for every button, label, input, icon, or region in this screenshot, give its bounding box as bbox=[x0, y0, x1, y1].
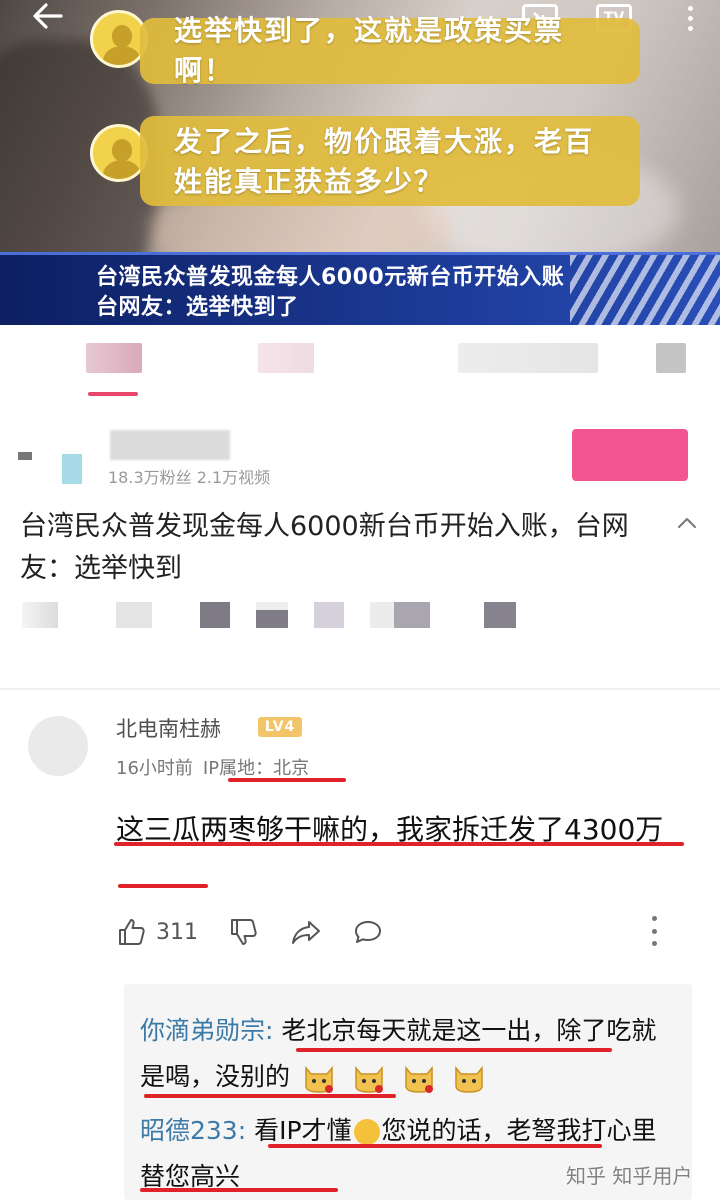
comment-text: 这三瓜两枣够干嘛的，我家拆迁发了4300万 bbox=[116, 813, 664, 846]
comment-time: 16小时前 bbox=[116, 758, 193, 779]
video-title: 台湾民众普发现金每人6000新台币开始入账，台网友：选举快到 bbox=[20, 511, 629, 584]
annotation-underline bbox=[114, 842, 684, 846]
cat-emoji-icon bbox=[305, 1065, 333, 1093]
news-subheadline: 台网友：选举快到了 bbox=[96, 295, 299, 320]
news-headline: 台湾民众普发现金每人6000元新台币开始入账 bbox=[96, 265, 565, 290]
like-count: 311 bbox=[156, 919, 198, 945]
annotation-underline bbox=[228, 778, 346, 782]
comment-icon bbox=[355, 921, 381, 943]
reply-item: 你滴弟勋宗: 老北京每天就是这一出，除了吃就是喝，没别的 bbox=[140, 1008, 660, 1100]
video-caption-bubble: 发了之后，物价跟着大涨，老百姓能真正获益多少？ bbox=[140, 116, 640, 206]
reply-button[interactable] bbox=[352, 916, 384, 948]
video-caption-bubble: 选举快到了，这就是政策买票啊！ bbox=[140, 14, 640, 87]
comment-meta: 16小时前 IP属地：北京 bbox=[116, 754, 319, 780]
share-video-button[interactable] bbox=[256, 602, 288, 628]
decorative-stripes bbox=[570, 255, 720, 325]
tab-comments[interactable] bbox=[258, 343, 314, 373]
uploader-stats: 18.3万粉丝 2.1万视频 bbox=[108, 468, 271, 487]
watermark: 知乎 知乎用户 bbox=[566, 1164, 693, 1188]
video-player[interactable]: TV 选举快到了，这就是政策买票啊！ 发了之后，物价跟着大涨，老百姓能真正获益多… bbox=[0, 0, 720, 325]
reply-username[interactable]: 昭德233 bbox=[140, 1116, 238, 1145]
action-extra[interactable] bbox=[370, 602, 430, 628]
back-arrow-icon bbox=[33, 3, 63, 29]
share-button[interactable] bbox=[290, 916, 322, 948]
dislike-button[interactable] bbox=[228, 916, 260, 948]
annotation-underline bbox=[140, 1188, 338, 1192]
tab-danmaku-toggle[interactable] bbox=[656, 343, 686, 373]
annotation-underline bbox=[268, 1144, 602, 1148]
comment-more-button[interactable] bbox=[648, 916, 660, 946]
cat-emoji-icon bbox=[455, 1065, 483, 1093]
smile-emoji-icon bbox=[353, 1119, 380, 1145]
cat-emoji-icon bbox=[355, 1065, 383, 1093]
coin-button[interactable] bbox=[116, 602, 152, 628]
favorite-button[interactable] bbox=[200, 602, 230, 628]
tab-danmaku-input[interactable] bbox=[458, 343, 598, 373]
like-video-button[interactable] bbox=[22, 602, 58, 628]
thumbs-down-icon bbox=[231, 919, 257, 945]
section-divider bbox=[0, 688, 720, 690]
comment-username[interactable]: 北电南柱赫 bbox=[116, 713, 221, 743]
avatar[interactable] bbox=[28, 716, 88, 776]
back-button[interactable] bbox=[28, 0, 68, 34]
annotation-underline bbox=[296, 1048, 612, 1052]
level-badge: LV4 bbox=[258, 717, 302, 737]
cat-emoji-icon bbox=[405, 1065, 433, 1093]
uploader-avatar[interactable] bbox=[18, 452, 32, 460]
tab-active-indicator bbox=[88, 392, 138, 396]
thumbs-up-icon bbox=[119, 919, 145, 945]
download-button[interactable] bbox=[314, 602, 344, 628]
like-button[interactable]: 311 bbox=[116, 916, 198, 948]
comment-ip: IP属地：北京 bbox=[202, 758, 310, 779]
uploader-name[interactable] bbox=[110, 430, 230, 460]
video-more-button[interactable] bbox=[678, 0, 702, 36]
follow-button[interactable] bbox=[572, 429, 688, 481]
action-extra[interactable] bbox=[484, 602, 516, 628]
reply-text: 看IP才懂 bbox=[254, 1116, 352, 1145]
news-lower-third: 台湾民众普发现金每人6000元新台币开始入账 台网友：选举快到了 bbox=[0, 252, 720, 325]
annotation-underline bbox=[118, 884, 208, 888]
chevron-up-icon[interactable] bbox=[676, 512, 698, 534]
share-icon bbox=[292, 921, 320, 944]
annotation-underline bbox=[144, 1094, 396, 1098]
more-vertical-icon bbox=[687, 5, 693, 31]
reply-username[interactable]: 你滴弟勋宗 bbox=[140, 1016, 265, 1045]
uploader-avatar-badge bbox=[62, 454, 82, 484]
tab-intro[interactable] bbox=[86, 343, 142, 373]
comment-actions: 311 bbox=[116, 912, 414, 952]
